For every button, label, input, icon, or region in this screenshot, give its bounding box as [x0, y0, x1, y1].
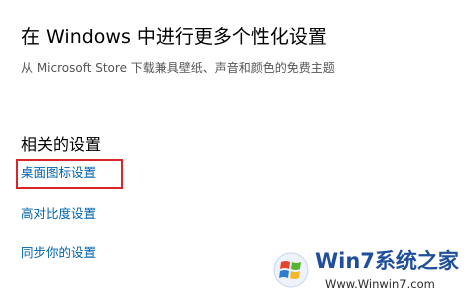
windows-flag-logo-icon	[273, 252, 309, 288]
high-contrast-settings-link[interactable]: 高对比度设置	[21, 205, 96, 223]
watermark-url: Www.Winwin7.com	[325, 277, 435, 291]
personalize-subtitle: 从 Microsoft Store 下载兼具壁纸、声音和颜色的免费主题	[21, 61, 335, 75]
watermark-brand: Win7系统之家	[315, 249, 459, 273]
personalize-title: 在 Windows 中进行更多个性化设置	[21, 26, 327, 48]
sync-settings-link[interactable]: 同步你的设置	[21, 244, 96, 262]
related-settings-heading: 相关的设置	[21, 135, 102, 154]
watermark: Win7系统之家 Www.Winwin7.com	[267, 246, 463, 298]
highlight-box	[16, 159, 123, 189]
